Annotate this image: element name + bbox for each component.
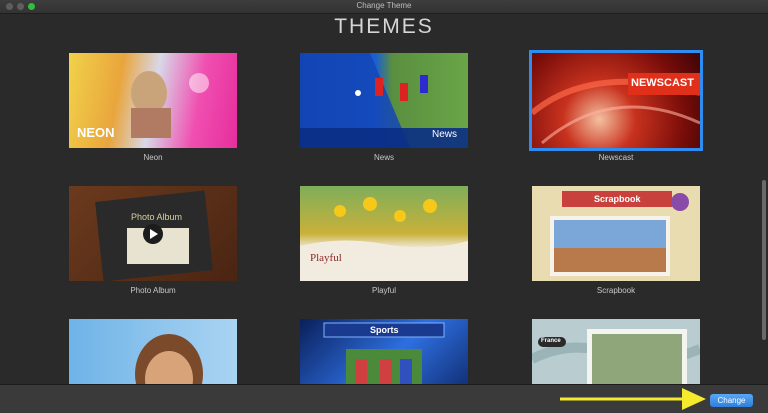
theme-thumbnail-sports: Sports: [300, 319, 468, 384]
theme-tile-sports[interactable]: Sports: [300, 319, 468, 384]
theme-grid: NEON Neon News News NEWSCAST Newscast Ph…: [0, 44, 768, 384]
theme-thumbnail-playful: Playful: [300, 186, 468, 281]
title-bar: Change Theme: [0, 0, 768, 14]
travel-overlay-text: France: [541, 338, 561, 344]
theme-label-newscast: Newscast: [598, 153, 634, 162]
theme-thumbnail-scrapbook: Scrapbook: [532, 186, 700, 281]
theme-tile-scrapbook[interactable]: Scrapbook Scrapbook: [532, 186, 700, 295]
theme-label-news: News: [373, 153, 394, 162]
news-overlay-text: News: [432, 129, 458, 140]
theme-label-neon: Neon: [143, 153, 163, 162]
theme-tile-row3-left[interactable]: [69, 319, 237, 384]
theme-thumbnail-photo-album: Photo Album: [69, 186, 237, 281]
sports-overlay-text: Sports: [370, 325, 399, 335]
theme-tile-photo-album[interactable]: Photo Album Photo Album: [69, 186, 237, 295]
scrapbook-overlay-text: Scrapbook: [594, 194, 641, 204]
annotation-arrow-icon: [560, 388, 706, 410]
theme-thumbnail-newscast: NEWSCAST: [529, 50, 703, 151]
map-photo-icon: [532, 329, 700, 384]
photo-album-book-icon: [95, 190, 213, 281]
window-title: Change Theme: [356, 1, 412, 10]
theme-tile-newscast[interactable]: NEWSCAST Newscast: [529, 50, 703, 162]
neon-overlay-text: NEON: [77, 125, 115, 140]
theme-thumbnail-neon: NEON: [69, 53, 237, 148]
theme-tile-neon[interactable]: NEON Neon: [69, 53, 237, 162]
change-button[interactable]: Change: [710, 394, 753, 407]
theme-label-scrapbook: Scrapbook: [596, 286, 636, 295]
photo-album-overlay-text: Photo Album: [131, 212, 183, 222]
newscast-overlay-text: NEWSCAST: [631, 77, 694, 89]
theme-thumbnail-travel: France: [532, 319, 700, 384]
girl-photo-icon: [135, 334, 203, 384]
theme-tile-news[interactable]: News News: [300, 53, 468, 162]
vertical-scrollbar[interactable]: [762, 180, 766, 340]
theme-tile-travel[interactable]: France: [532, 319, 700, 384]
theme-label-playful: Playful: [371, 286, 396, 295]
theme-thumbnail-row3-left: [69, 319, 237, 384]
flower-icon: [671, 193, 689, 211]
page-title: THEMES: [334, 15, 434, 38]
playful-overlay-text: Playful: [310, 252, 342, 264]
theme-tile-playful[interactable]: Playful Playful: [300, 186, 468, 295]
newscast-swirl-icon: [532, 73, 700, 145]
playful-flowers-icon: [300, 197, 468, 281]
theme-thumbnail-news: News: [300, 53, 468, 148]
theme-label-photo-album: Photo Album: [130, 286, 176, 295]
